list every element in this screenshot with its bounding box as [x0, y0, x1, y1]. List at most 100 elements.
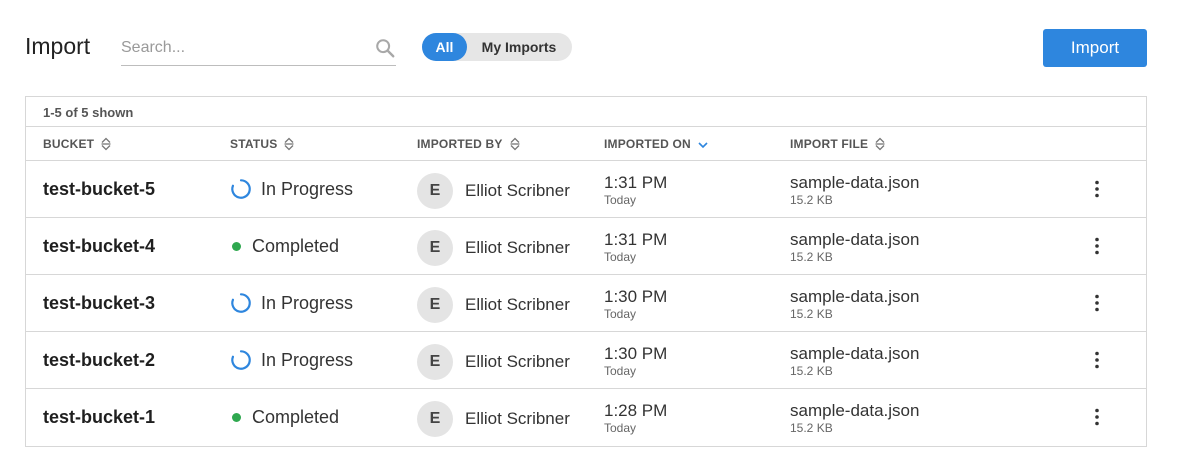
status-label: In Progress — [261, 178, 354, 199]
bucket-name: test-bucket-2 — [43, 350, 156, 370]
imported-on: 1:31 PM Today — [604, 173, 668, 208]
page-title: Import — [25, 33, 91, 59]
import-button[interactable]: Import — [1043, 29, 1147, 67]
imports-table: 1-5 of 5 shown BUCKET STATUS IMPORTED BY… — [25, 96, 1147, 447]
sort-icon — [510, 137, 520, 151]
user-name: Elliot Scribner — [465, 409, 570, 428]
status-dot-icon — [232, 241, 241, 251]
file-name[interactable]: sample-data.json — [790, 288, 919, 306]
search-input[interactable] — [121, 33, 361, 63]
column-label: IMPORTED ON — [604, 137, 691, 151]
imported-on: 1:28 PM Today — [604, 401, 668, 436]
file-name[interactable]: sample-data.json — [790, 345, 919, 363]
status-label: Completed — [252, 235, 340, 256]
sort-icon — [101, 137, 111, 151]
search-box[interactable] — [121, 33, 396, 66]
bucket-name: test-bucket-4 — [43, 236, 156, 256]
sort-descending-icon — [698, 142, 708, 149]
import-time: 1:30 PM — [604, 344, 668, 363]
avatar: E — [417, 344, 453, 380]
import-time: 1:31 PM — [604, 230, 668, 249]
more-options-icon[interactable] — [1086, 292, 1108, 314]
import-file: sample-data.json 15.2 KB — [790, 174, 919, 208]
avatar: E — [417, 401, 453, 437]
import-file: sample-data.json 15.2 KB — [790, 231, 919, 265]
import-day: Today — [604, 250, 637, 264]
bucket-name: test-bucket-3 — [43, 293, 156, 313]
import-day: Today — [604, 364, 637, 378]
user-name: Elliot Scribner — [465, 352, 570, 371]
column-label: STATUS — [230, 137, 278, 151]
filter-my-imports-option[interactable]: My Imports — [469, 33, 569, 61]
bucket-name: test-bucket-5 — [43, 179, 156, 199]
import-day: Today — [604, 193, 637, 207]
file-name[interactable]: sample-data.json — [790, 174, 919, 192]
imported-on: 1:31 PM Today — [604, 230, 668, 265]
file-size: 15.2 KB — [790, 307, 833, 321]
more-options-icon[interactable] — [1086, 406, 1108, 428]
file-size: 15.2 KB — [790, 364, 833, 378]
file-name[interactable]: sample-data.json — [790, 231, 919, 249]
status-indicator: Completed — [230, 234, 339, 258]
table-row[interactable]: test-bucket-3 In Progress E Elliot Scribner… — [26, 275, 1146, 332]
table-row[interactable]: test-bucket-2 In Progress E Elliot Scribner… — [26, 332, 1146, 389]
import-day: Today — [604, 421, 637, 435]
imported-by: E Elliot Scribner — [417, 287, 570, 323]
column-header-bucket[interactable]: BUCKET — [43, 137, 112, 151]
import-file: sample-data.json 15.2 KB — [790, 402, 919, 436]
import-time: 1:28 PM — [604, 401, 668, 420]
sort-icon — [284, 137, 294, 151]
column-header-import-file[interactable]: IMPORT FILE — [790, 137, 886, 151]
imported-by: E Elliot Scribner — [417, 401, 570, 437]
column-header-status[interactable]: STATUS — [230, 137, 295, 151]
spinner-icon — [231, 179, 251, 199]
spinner-icon — [231, 350, 251, 370]
spinner-icon — [231, 293, 251, 313]
import-time: 1:31 PM — [604, 173, 668, 192]
status-indicator: In Progress — [230, 291, 353, 315]
import-file: sample-data.json 15.2 KB — [790, 345, 919, 379]
column-label: IMPORTED BY — [417, 137, 503, 151]
status-label: Completed — [252, 406, 340, 427]
table-row[interactable]: test-bucket-1 Completed E Elliot Scribner 1:… — [26, 389, 1146, 446]
more-options-icon[interactable] — [1086, 235, 1108, 257]
column-header-imported-by[interactable]: IMPORTED BY — [417, 137, 521, 151]
more-options-icon[interactable] — [1086, 178, 1108, 200]
avatar: E — [417, 173, 453, 209]
sort-icon — [875, 137, 885, 151]
file-size: 15.2 KB — [790, 250, 833, 264]
imported-by: E Elliot Scribner — [417, 173, 570, 209]
status-indicator: In Progress — [230, 348, 353, 372]
imported-by: E Elliot Scribner — [417, 344, 570, 380]
imported-on: 1:30 PM Today — [604, 344, 668, 379]
column-label: BUCKET — [43, 137, 95, 151]
table-row[interactable]: test-bucket-4 Completed E Elliot Scribner 1:… — [26, 218, 1146, 275]
status-label: In Progress — [261, 349, 354, 370]
import-time: 1:30 PM — [604, 287, 668, 306]
imported-on: 1:30 PM Today — [604, 287, 668, 322]
import-file: sample-data.json 15.2 KB — [790, 288, 919, 322]
file-name[interactable]: sample-data.json — [790, 402, 919, 420]
filter-toggle: All My Imports — [422, 33, 572, 61]
more-options-icon[interactable] — [1086, 349, 1108, 371]
column-label: IMPORT FILE — [790, 137, 869, 151]
bucket-name: test-bucket-1 — [43, 407, 156, 427]
status-indicator: Completed — [230, 405, 339, 429]
avatar: E — [417, 230, 453, 266]
user-name: Elliot Scribner — [465, 181, 570, 200]
table-row[interactable]: test-bucket-5 In Progress E Elliot Scribner… — [26, 161, 1146, 218]
table-header: BUCKET STATUS IMPORTED BY IMPORTED ON IM… — [26, 126, 1146, 161]
file-size: 15.2 KB — [790, 193, 833, 207]
status-label: In Progress — [261, 292, 354, 313]
avatar: E — [417, 287, 453, 323]
search-icon[interactable] — [374, 37, 396, 59]
filter-all-option[interactable]: All — [422, 33, 467, 61]
user-name: Elliot Scribner — [465, 238, 570, 257]
status-dot-icon — [232, 412, 241, 422]
column-header-imported-on[interactable]: IMPORTED ON — [604, 137, 709, 151]
imported-by: E Elliot Scribner — [417, 230, 570, 266]
status-indicator: In Progress — [230, 177, 353, 201]
user-name: Elliot Scribner — [465, 295, 570, 314]
import-day: Today — [604, 307, 637, 321]
results-summary: 1-5 of 5 shown — [43, 105, 134, 120]
